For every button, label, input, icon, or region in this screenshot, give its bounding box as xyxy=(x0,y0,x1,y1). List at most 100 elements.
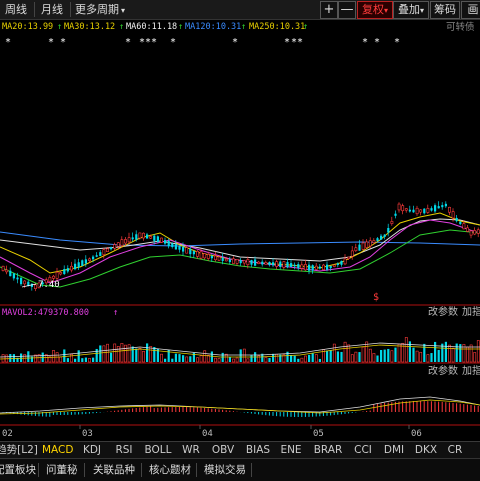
tab-bias[interactable]: BIAS xyxy=(244,442,272,458)
volume-bar xyxy=(27,351,30,362)
tab-macd[interactable]: MACD xyxy=(42,442,73,458)
x-tick-label: 03 xyxy=(82,429,93,439)
volume-bar xyxy=(272,353,275,362)
weekly-button[interactable]: 周线 xyxy=(2,2,30,17)
zoom-in-button[interactable]: + xyxy=(320,1,338,19)
volume-bar xyxy=(372,353,376,363)
candle xyxy=(261,261,264,265)
tab-ene[interactable]: ENE xyxy=(278,442,304,458)
volume-bar xyxy=(326,350,329,362)
candle xyxy=(254,259,257,266)
x-tick-label: 02 xyxy=(2,429,13,439)
volume-bar xyxy=(12,354,15,362)
candle xyxy=(77,262,80,268)
candle xyxy=(95,255,98,257)
volume-bar xyxy=(138,348,142,363)
ma250-label: MA250:10.31 xyxy=(249,22,306,32)
candle xyxy=(23,280,27,285)
candle xyxy=(290,263,293,267)
convertible-bond-link[interactable]: 可转债 xyxy=(446,20,475,35)
nav-related-products[interactable]: 关联品种 xyxy=(93,462,135,478)
candle xyxy=(358,244,361,251)
candle xyxy=(394,213,397,216)
macd-add-indicator-button[interactable]: 加指 xyxy=(462,364,480,377)
nav-config-sector[interactable]: 配置板块 xyxy=(0,462,36,478)
volume-bar xyxy=(404,337,408,363)
candle xyxy=(340,260,343,265)
volume-bar xyxy=(368,348,372,363)
chips-button[interactable]: 筹码 xyxy=(430,1,460,19)
candle xyxy=(441,205,444,208)
tab-kdj[interactable]: KDJ xyxy=(80,442,104,458)
zoom-out-button[interactable]: — xyxy=(338,1,356,19)
volume-bars xyxy=(1,337,480,363)
volume-bar xyxy=(182,355,185,362)
event-star-marker: * xyxy=(362,37,368,48)
candle xyxy=(318,266,321,269)
candle xyxy=(268,261,271,266)
volume-add-indicator-button[interactable]: 加指 xyxy=(462,305,480,318)
nav-ask-secretary[interactable]: 问董秘 xyxy=(46,462,78,478)
candle xyxy=(272,262,275,266)
volume-bar xyxy=(185,356,189,363)
event-markers: * * * * *** * * * ** * * * xyxy=(5,37,400,48)
tab-brar[interactable]: BRAR xyxy=(311,442,345,458)
candle xyxy=(376,238,379,241)
candle xyxy=(182,246,185,252)
candle xyxy=(74,263,77,270)
event-star-marker: * xyxy=(232,37,238,48)
volume-bar xyxy=(423,343,426,362)
kline-chart[interactable]: * * * * *** * * * ** * * * 7.40 $ MAVOL2… xyxy=(0,35,480,441)
nav-simulated-trading[interactable]: 模拟交易 xyxy=(204,462,246,478)
candle xyxy=(368,240,372,247)
candle xyxy=(354,247,358,252)
candle xyxy=(361,242,365,250)
tab-boll[interactable]: BOLL xyxy=(143,442,173,458)
volume-bar xyxy=(52,350,55,363)
volume-bar xyxy=(297,358,300,362)
draw-button[interactable]: 画 xyxy=(461,1,480,19)
candle xyxy=(106,248,109,252)
nav-core-themes[interactable]: 核心题材 xyxy=(149,462,191,478)
tab-rsi[interactable]: RSI xyxy=(112,442,136,458)
candle xyxy=(199,251,203,259)
volume-change-params-button[interactable]: 改参数 xyxy=(428,305,458,318)
tab-dkx[interactable]: DKX xyxy=(413,442,439,458)
candle xyxy=(232,258,235,264)
adjust-dropdown[interactable]: 复权▾ xyxy=(357,1,393,19)
candle xyxy=(297,264,300,269)
overlay-dropdown[interactable]: 叠加▾ xyxy=(393,1,429,19)
candle xyxy=(423,208,426,214)
tab-dmi[interactable]: DMI xyxy=(381,442,407,458)
price-low-label: 7.40 xyxy=(38,280,60,290)
tab-trend-l2[interactable]: 趋势[L2] xyxy=(0,442,42,458)
candle xyxy=(332,264,336,267)
tab-obv[interactable]: OBV xyxy=(210,442,236,458)
candle xyxy=(476,229,480,234)
tab-cr[interactable]: CR xyxy=(445,442,465,458)
volume-bar xyxy=(160,353,163,363)
macd-change-params-button[interactable]: 改参数 xyxy=(428,364,458,377)
volume-bar xyxy=(350,354,354,363)
candle xyxy=(380,235,383,240)
more-periods-label: 更多周期 xyxy=(74,3,119,16)
candle xyxy=(189,248,192,255)
volume-bar xyxy=(358,352,361,362)
candle xyxy=(426,208,430,213)
candle xyxy=(12,273,15,279)
volume-bar xyxy=(9,354,12,362)
ma-separator-arrow: ↑ xyxy=(303,22,309,32)
candle xyxy=(473,230,477,235)
monthly-button[interactable]: 月线 xyxy=(38,2,66,17)
candle xyxy=(149,236,153,239)
candle xyxy=(203,253,207,259)
tab-wr[interactable]: WR xyxy=(180,442,202,458)
candle xyxy=(314,265,318,270)
candle xyxy=(451,211,455,219)
indicator-tabs: 趋势[L2] MACD KDJ RSI BOLL WR OBV BIAS ENE… xyxy=(0,441,480,458)
more-periods-dropdown[interactable]: 更多周期 ▾ xyxy=(74,2,126,17)
candle xyxy=(102,249,106,256)
candle xyxy=(246,259,250,266)
tab-cci[interactable]: CCI xyxy=(351,442,375,458)
volume-bar xyxy=(110,352,113,362)
